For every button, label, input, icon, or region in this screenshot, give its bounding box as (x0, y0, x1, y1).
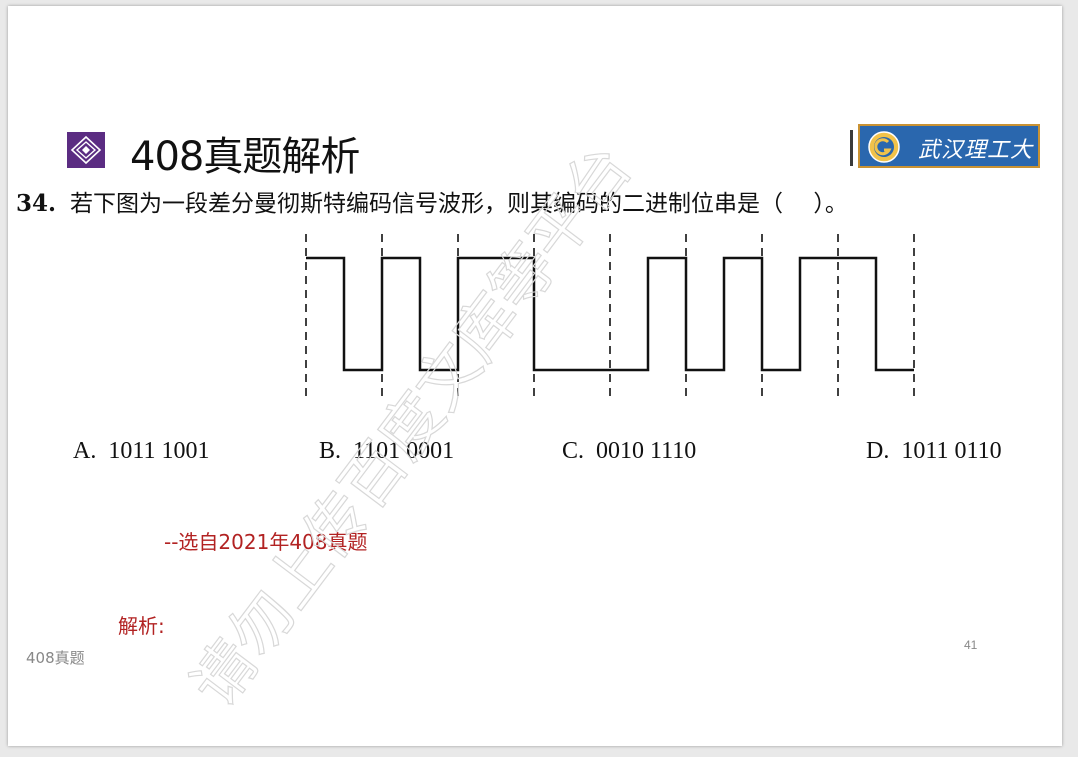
option-b-label: B. (319, 438, 342, 464)
option-a-value: 1011 1001 (108, 438, 210, 464)
slide: 408真题解析 武汉理工大学 34. 若下图为一段差分曼彻斯特编码信号波形，则其编… (8, 6, 1062, 746)
option-c-value: 0010 1110 (596, 438, 697, 464)
option-b[interactable]: B. 1101 0001 (319, 438, 454, 465)
option-b-value: 1101 0001 (353, 438, 455, 464)
page-number: 41 (964, 638, 978, 652)
option-d-value: 1011 0110 (901, 438, 1002, 464)
footer-text: 408真题 (26, 649, 85, 667)
analysis-label: 解析: (118, 614, 165, 638)
manchester-waveform (305, 234, 915, 398)
option-c-label: C. (562, 438, 585, 464)
option-a-label: A. (73, 438, 97, 464)
option-a[interactable]: A. 1011 1001 (73, 438, 209, 465)
option-d-label: D. (866, 438, 890, 464)
option-c[interactable]: C. 0010 1110 (562, 438, 696, 465)
option-d[interactable]: D. 1011 0110 (866, 438, 1002, 465)
source-note: --选自2021年408真题 (164, 530, 368, 554)
